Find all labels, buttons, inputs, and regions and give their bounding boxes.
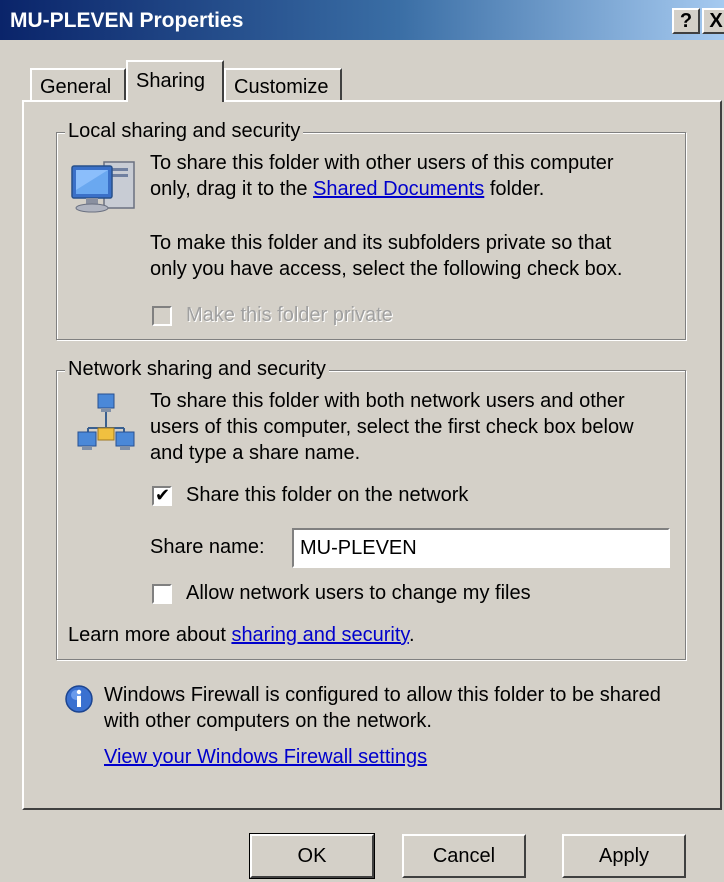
tab-general[interactable]: General (30, 68, 126, 102)
sharing-security-link[interactable]: sharing and security (231, 624, 409, 646)
make-private-checkbox[interactable] (152, 306, 172, 326)
local-sharing-legend: Local sharing and security (65, 120, 304, 143)
network-icon (77, 393, 135, 450)
network-sharing-text: To share this folder with both network u… (150, 390, 634, 464)
computer-icon (71, 161, 135, 213)
allow-change-label: Allow network users to change my files (186, 582, 531, 604)
cancel-button[interactable]: Cancel (402, 834, 526, 878)
network-sharing-legend: Network sharing and security (65, 358, 329, 381)
firewall-text: Windows Firewall is configured to allow … (104, 684, 661, 732)
title-bar[interactable]: MU-PLEVEN Properties ? X (0, 0, 724, 42)
tab-sharing[interactable]: Sharing (126, 60, 224, 102)
share-folder-label: Share this folder on the network (186, 484, 469, 506)
window-title: MU-PLEVEN Properties (10, 9, 244, 32)
make-private-label: Make this folder private (186, 304, 393, 326)
learn-more-text: Learn more about sharing and security. (68, 624, 415, 646)
share-name-input[interactable] (292, 528, 670, 568)
info-icon (65, 685, 93, 713)
checkmark-icon: ✔ (155, 485, 171, 505)
allow-change-checkbox[interactable] (152, 584, 172, 604)
tab-customize[interactable]: Customize (224, 68, 342, 102)
share-name-label: Share name: (150, 536, 265, 558)
ok-button[interactable]: OK (249, 833, 375, 879)
shared-documents-link[interactable]: Shared Documents (313, 178, 484, 200)
local-sharing-text-1: To share this folder with other users of… (150, 152, 614, 200)
help-button[interactable]: ? (672, 8, 700, 34)
close-button[interactable]: X (702, 8, 724, 34)
local-sharing-text-2: To make this folder and its subfolders p… (150, 232, 623, 280)
apply-button[interactable]: Apply (562, 834, 686, 878)
share-folder-checkbox[interactable]: ✔ (152, 485, 172, 506)
firewall-settings-link[interactable]: View your Windows Firewall settings (104, 744, 427, 770)
